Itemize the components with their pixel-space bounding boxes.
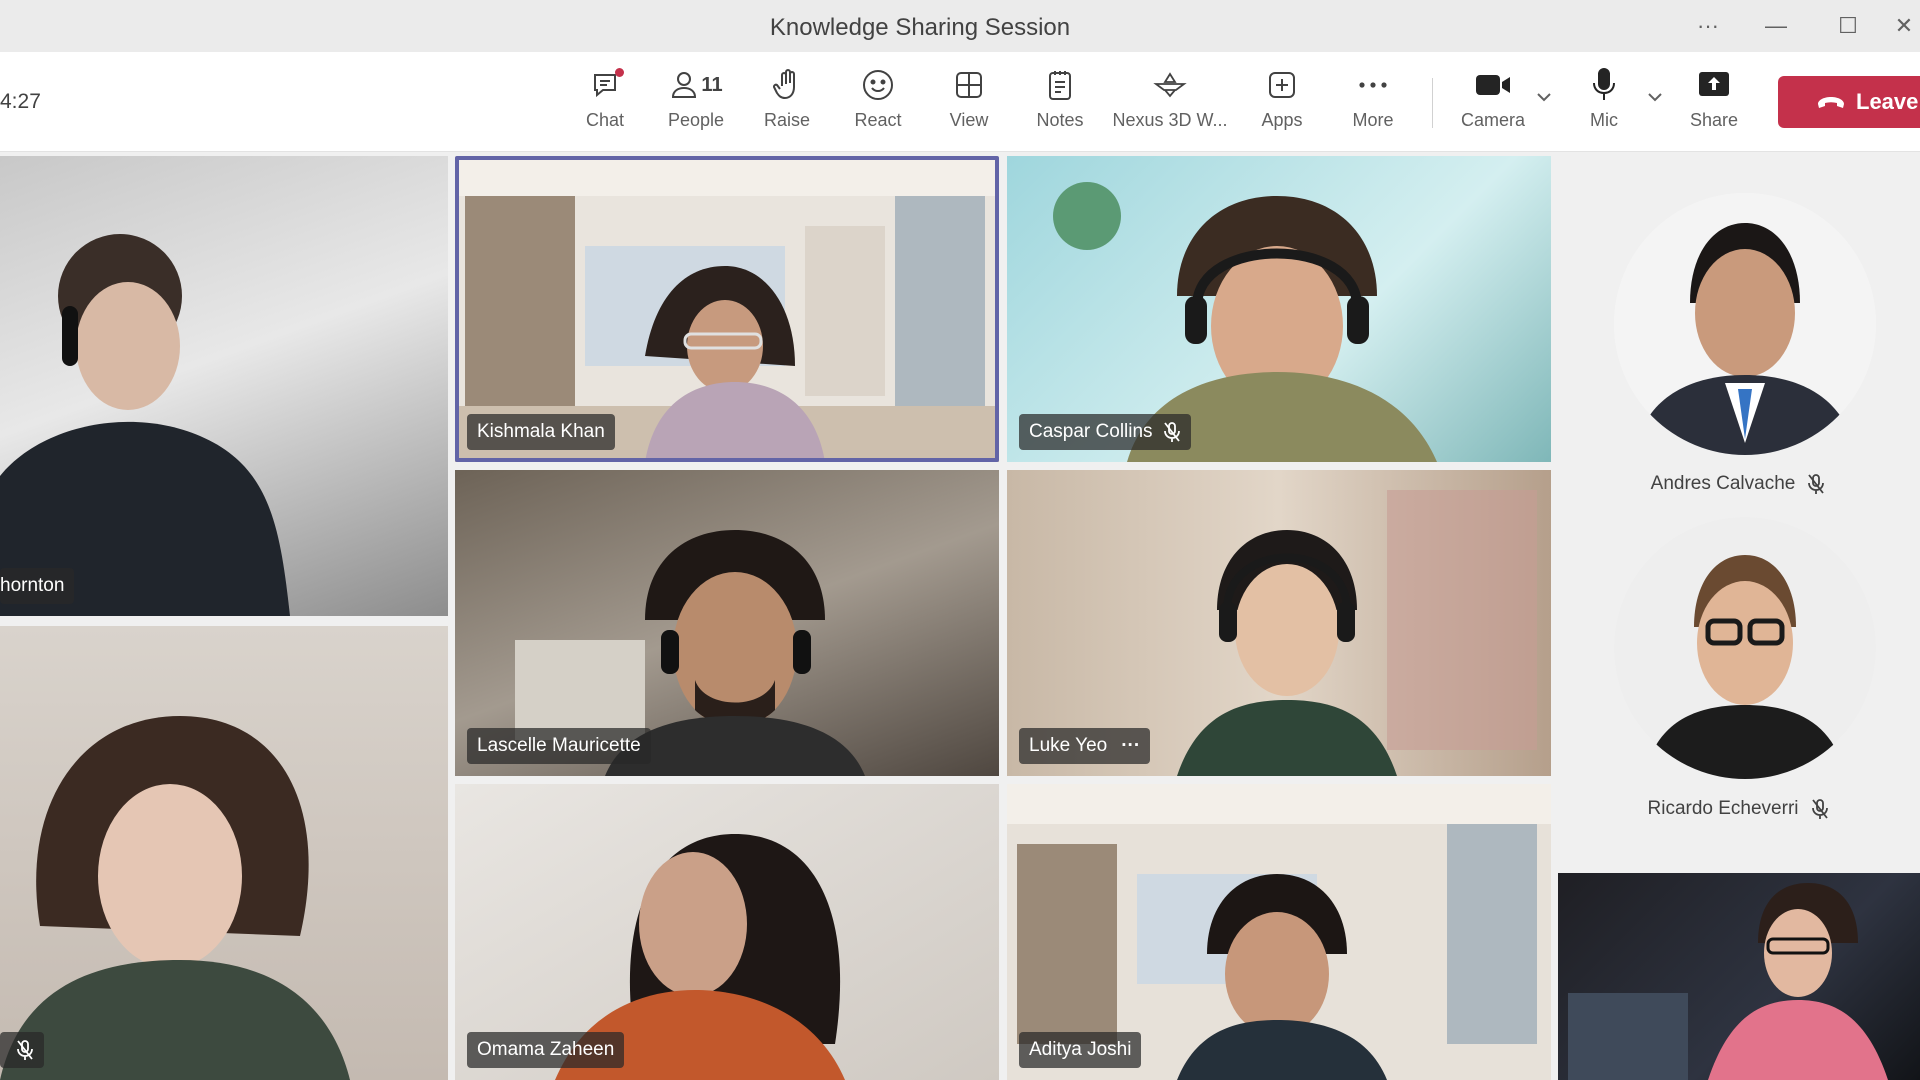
meeting-title: Knowledge Sharing Session bbox=[769, 14, 1071, 41]
name-label: Andres Calvache bbox=[1556, 473, 1920, 495]
close-button[interactable]: ✕ bbox=[1888, 10, 1920, 42]
mic-off-icon bbox=[1163, 422, 1180, 442]
participant-name: Luke Yeo bbox=[1029, 735, 1108, 756]
name-tag: Caspar Collins bbox=[1019, 414, 1191, 450]
nexus-label: Nexus 3D W... bbox=[1112, 110, 1228, 130]
video-stage: hornton Kishmala Khan Caspar Collins Las… bbox=[0, 153, 1920, 1080]
toolbar-divider bbox=[1432, 78, 1433, 128]
more-button[interactable]: More bbox=[1327, 64, 1419, 142]
video-tile-thornton[interactable]: hornton bbox=[0, 156, 448, 616]
nexus-3d-button[interactable]: Nexus 3D W... bbox=[1104, 64, 1236, 142]
mic-off-icon bbox=[1811, 799, 1828, 819]
react-button[interactable]: React bbox=[832, 64, 924, 142]
chat-label: Chat bbox=[585, 110, 625, 130]
hand-icon bbox=[772, 64, 802, 106]
video-tile-omama-zaheen[interactable]: Omama Zaheen bbox=[455, 784, 999, 1080]
meeting-toolbar: 4:27 Chat 11 People Raise React View Not… bbox=[0, 52, 1920, 152]
name-label: Ricardo Echeverri bbox=[1556, 798, 1920, 820]
add-app-icon bbox=[1266, 64, 1298, 106]
people-count: 11 bbox=[701, 73, 723, 96]
mic-button[interactable]: Mic bbox=[1558, 64, 1650, 142]
leave-button[interactable]: Leave bbox=[1778, 76, 1920, 128]
name-tag: Luke Yeo ··· bbox=[1019, 728, 1151, 764]
ellipsis-icon bbox=[1357, 64, 1389, 106]
participant-name: Aditya Joshi bbox=[1029, 1039, 1132, 1060]
grid-icon bbox=[953, 64, 985, 106]
name-tag bbox=[0, 1032, 44, 1068]
leave-label: Leave bbox=[1856, 89, 1919, 114]
mic-off-icon bbox=[17, 1040, 33, 1060]
video-tile-aditya-joshi[interactable]: Aditya Joshi bbox=[1007, 784, 1551, 1080]
name-tag: Omama Zaheen bbox=[467, 1032, 625, 1068]
avatar bbox=[1614, 517, 1876, 779]
camera-options-chevron-icon[interactable] bbox=[1533, 86, 1555, 108]
camera-button[interactable]: Camera bbox=[1447, 64, 1539, 142]
people-icon-group: 11 bbox=[669, 64, 723, 106]
smiley-icon bbox=[861, 64, 895, 106]
chat-button[interactable]: Chat bbox=[559, 64, 651, 142]
nexus-app-icon bbox=[1153, 64, 1187, 106]
apps-label: Apps bbox=[1261, 110, 1303, 130]
notes-button[interactable]: Notes bbox=[1014, 64, 1106, 142]
video-tile-lascelle-mauricette[interactable]: Lascelle Mauricette bbox=[455, 470, 999, 776]
participant-name: Ricardo Echeverri bbox=[1647, 798, 1799, 819]
notes-label: Notes bbox=[1036, 110, 1084, 130]
people-button[interactable]: 11 People bbox=[650, 64, 742, 142]
profile-photo bbox=[1614, 517, 1876, 779]
notes-icon bbox=[1046, 64, 1074, 106]
participant-video bbox=[0, 234, 290, 616]
name-tag: Kishmala Khan bbox=[467, 414, 615, 450]
name-tag: Aditya Joshi bbox=[1019, 1032, 1142, 1068]
participant-name: Caspar Collins bbox=[1029, 421, 1153, 442]
maximize-button[interactable]: ☐ bbox=[1826, 10, 1870, 42]
more-label: More bbox=[1352, 110, 1394, 130]
mic-off-icon bbox=[1808, 474, 1825, 494]
view-button[interactable]: View bbox=[923, 64, 1015, 142]
video-tile-caspar-collins[interactable]: Caspar Collins bbox=[1007, 156, 1551, 462]
video-tile-participant-bottom-right[interactable] bbox=[1558, 873, 1920, 1080]
view-label: View bbox=[949, 110, 989, 130]
participant-video bbox=[1568, 883, 1888, 1080]
chat-icon bbox=[589, 64, 624, 106]
participant-options-icon[interactable]: ··· bbox=[1121, 735, 1140, 757]
video-camera-icon bbox=[1475, 64, 1511, 106]
raise-hand-button[interactable]: Raise bbox=[741, 64, 833, 142]
camera-label: Camera bbox=[1460, 110, 1526, 130]
video-tile-luke-yeo[interactable]: Luke Yeo ··· bbox=[1007, 470, 1551, 776]
participant-name: Andres Calvache bbox=[1650, 473, 1796, 494]
mic-options-chevron-icon[interactable] bbox=[1644, 86, 1666, 108]
participant-name: Kishmala Khan bbox=[477, 421, 605, 442]
video-tile-kishmala-khan[interactable]: Kishmala Khan bbox=[455, 156, 999, 462]
react-label: React bbox=[854, 110, 902, 130]
raise-label: Raise bbox=[763, 110, 811, 130]
share-button[interactable]: Share bbox=[1668, 64, 1760, 142]
participant-name: hornton bbox=[0, 575, 65, 596]
share-screen-icon bbox=[1697, 64, 1731, 106]
title-bar: Knowledge Sharing Session ··· — ☐ ✕ bbox=[0, 0, 1920, 52]
people-icon bbox=[672, 72, 697, 98]
participant-name: Lascelle Mauricette bbox=[477, 735, 641, 756]
mic-label: Mic bbox=[1590, 110, 1618, 130]
more-options-icon[interactable]: ··· bbox=[1686, 10, 1730, 42]
participant-video bbox=[0, 716, 350, 1080]
participant-name: Omama Zaheen bbox=[477, 1039, 615, 1060]
video-tile-participant-muted[interactable] bbox=[0, 626, 448, 1080]
name-tag: Lascelle Mauricette bbox=[467, 728, 651, 764]
profile-photo bbox=[1614, 193, 1876, 455]
avatar bbox=[1614, 193, 1876, 455]
minimize-button[interactable]: — bbox=[1754, 10, 1798, 42]
share-label: Share bbox=[1689, 110, 1739, 130]
unread-dot bbox=[615, 68, 624, 77]
meeting-timer: 4:27 bbox=[0, 90, 41, 113]
hang-up-icon bbox=[1818, 97, 1844, 108]
name-tag: hornton bbox=[0, 568, 75, 604]
microphone-icon bbox=[1591, 64, 1617, 106]
people-label: People bbox=[667, 110, 725, 130]
apps-button[interactable]: Apps bbox=[1236, 64, 1328, 142]
